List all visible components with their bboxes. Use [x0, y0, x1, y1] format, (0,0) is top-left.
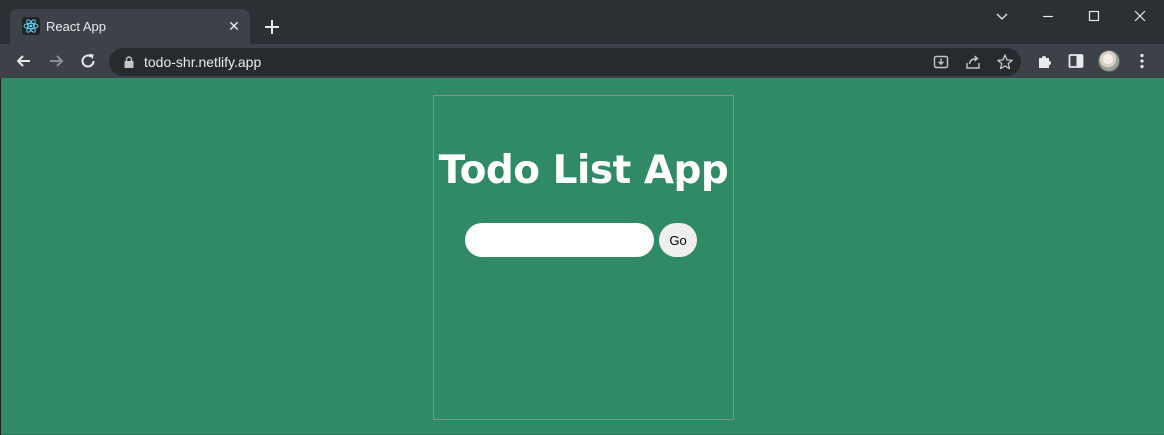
- minimize-icon[interactable]: [1038, 6, 1058, 26]
- page-title: Todo List App: [438, 148, 729, 193]
- install-app-icon[interactable]: [931, 52, 951, 72]
- todo-input[interactable]: [465, 223, 654, 257]
- new-tab-plus-icon[interactable]: [262, 17, 282, 37]
- side-panel-icon[interactable]: [1066, 51, 1086, 71]
- browser-toolbar: todo-shr.netlify.app: [0, 44, 1164, 78]
- reload-icon[interactable]: [78, 51, 98, 71]
- url-text[interactable]: todo-shr.netlify.app: [144, 54, 261, 70]
- tab-strip: React App ✕: [0, 0, 1164, 44]
- avatar[interactable]: [1098, 50, 1120, 72]
- react-logo-icon: [22, 17, 40, 35]
- browser-window: React App ✕ todo-shr.netlify.app Todo Li…: [0, 0, 1164, 435]
- page-viewport: Todo List App Go: [0, 78, 1164, 435]
- close-window-icon[interactable]: [1130, 6, 1150, 26]
- todo-app-container: Todo List App Go: [433, 95, 734, 420]
- share-icon[interactable]: [963, 52, 983, 72]
- browser-tab[interactable]: React App ✕: [10, 9, 250, 44]
- tab-title: React App: [46, 19, 106, 34]
- star-icon[interactable]: [995, 52, 1015, 72]
- tab-search-icon[interactable]: [992, 6, 1012, 26]
- tab-close-icon[interactable]: ✕: [226, 18, 242, 34]
- puzzle-icon[interactable]: [1035, 51, 1055, 71]
- go-button[interactable]: Go: [659, 223, 697, 257]
- lock-icon[interactable]: [122, 55, 136, 69]
- maximize-icon[interactable]: [1084, 6, 1104, 26]
- more-vert-icon[interactable]: [1132, 51, 1152, 71]
- forward-arrow-icon[interactable]: [46, 51, 66, 71]
- back-arrow-icon[interactable]: [14, 51, 34, 71]
- address-bar[interactable]: todo-shr.netlify.app: [109, 48, 1021, 76]
